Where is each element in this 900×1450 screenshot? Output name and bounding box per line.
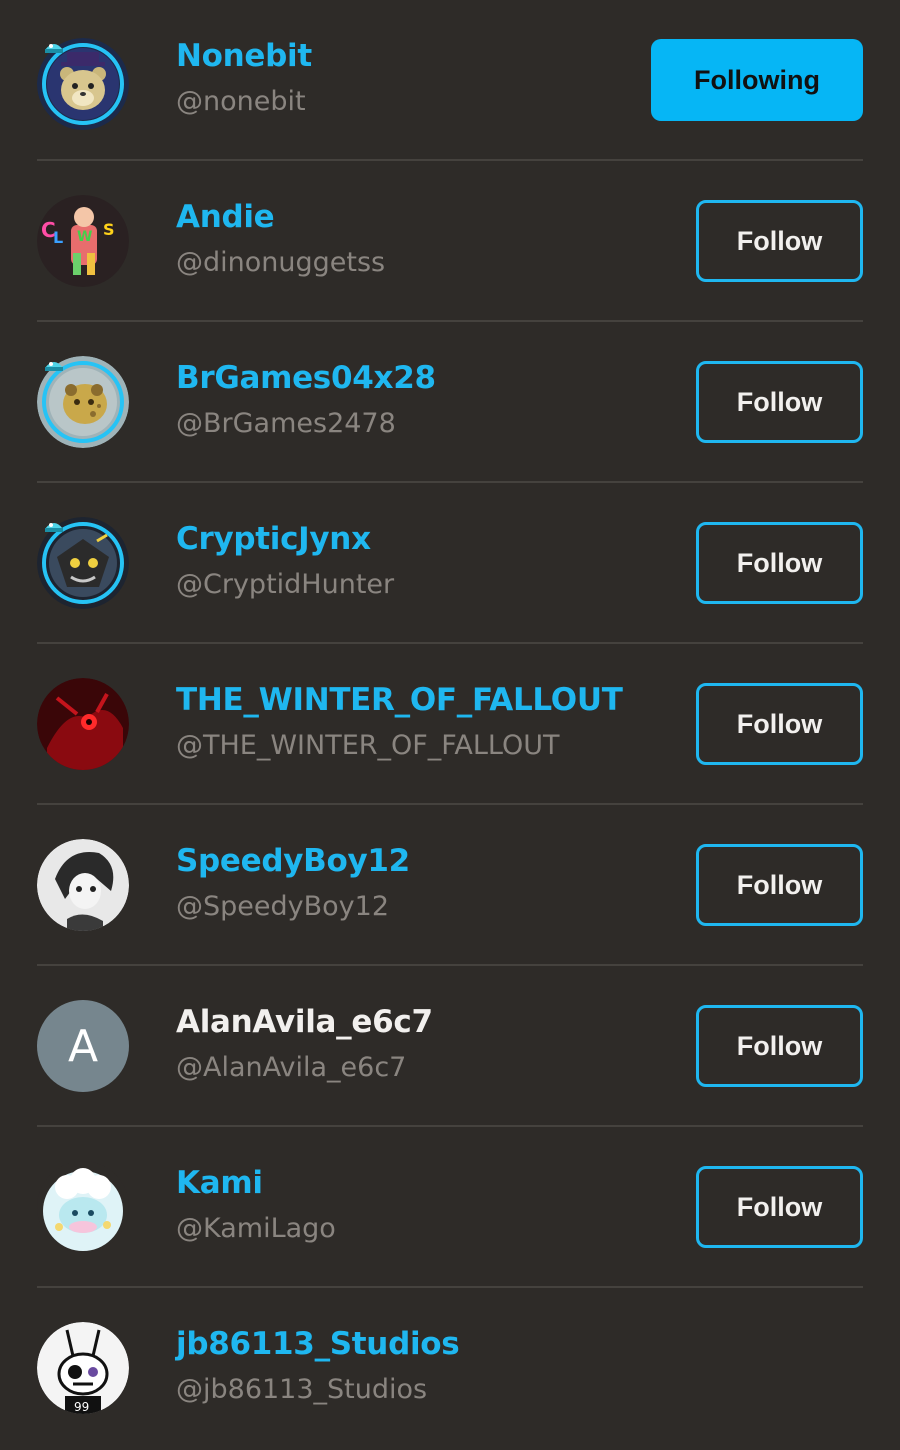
username-handle: @CryptidHunter	[176, 569, 395, 600]
avatar[interactable]	[37, 678, 129, 770]
display-name[interactable]: Kami	[176, 1163, 336, 1203]
svg-text:W: W	[77, 229, 92, 245]
follow-button[interactable]: Follow	[696, 522, 863, 604]
display-name[interactable]: AlanAvila_e6c7	[176, 1002, 433, 1042]
following-list: Nonebit @nonebit Following C L S W Andie…	[0, 0, 900, 1450]
cloud-creature-avatar	[37, 1161, 129, 1253]
avatar[interactable]	[37, 517, 129, 609]
avatar[interactable]	[37, 1161, 129, 1253]
follow-button[interactable]: Follow	[696, 361, 863, 443]
follow-button[interactable]: Follow	[696, 683, 863, 765]
avatar[interactable]	[37, 356, 129, 448]
avatar-number: 99	[74, 1400, 89, 1414]
follow-button[interactable]: Follow	[696, 1005, 863, 1087]
user-row-nonebit[interactable]: Nonebit @nonebit Following	[0, 0, 900, 161]
badge-icon	[45, 362, 63, 371]
user-row-the-winter-of-fallout[interactable]: THE_WINTER_OF_FALLOUT @THE_WINTER_OF_FAL…	[0, 644, 900, 805]
username-handle: @BrGames2478	[176, 408, 396, 439]
display-name[interactable]: THE_WINTER_OF_FALLOUT	[176, 680, 623, 720]
bunny-sketch-avatar: 99	[37, 1322, 129, 1414]
display-name[interactable]: Andie	[176, 197, 385, 237]
username-handle: @THE_WINTER_OF_FALLOUT	[176, 730, 560, 761]
username-handle: @KamiLago	[176, 1213, 336, 1244]
user-row-andie[interactable]: C L S W Andie @dinonuggetss Follow	[0, 161, 900, 322]
display-name[interactable]: jb86113_Studios	[176, 1324, 460, 1364]
display-name[interactable]: BrGames04x28	[176, 358, 436, 398]
username-handle: @AlanAvila_e6c7	[176, 1052, 407, 1083]
follow-button[interactable]: Follow	[696, 200, 863, 282]
username-handle: @SpeedyBoy12	[176, 891, 389, 922]
avatar[interactable]: 99	[37, 1322, 129, 1414]
display-name[interactable]: SpeedyBoy12	[176, 841, 410, 881]
follow-button[interactable]: Follow	[696, 844, 863, 926]
user-row-alanavila[interactable]: A AlanAvila_e6c7 @AlanAvila_e6c7 Follow	[0, 966, 900, 1127]
display-name[interactable]: Nonebit	[176, 36, 312, 76]
sketch-character-avatar	[37, 839, 129, 931]
avatar[interactable]: C L S W	[37, 195, 129, 287]
user-row-crypticjynx[interactable]: CrypticJynx @CryptidHunter Follow	[0, 483, 900, 644]
user-row-kami[interactable]: Kami @KamiLago Follow	[0, 1127, 900, 1288]
avatar[interactable]: A	[37, 1000, 129, 1092]
user-row-brgames[interactable]: BrGames04x28 @BrGames2478 Follow	[0, 322, 900, 483]
follow-button[interactable]: Follow	[696, 1166, 863, 1248]
red-creature-avatar	[37, 678, 129, 770]
avatar-letter: A	[67, 1020, 99, 1072]
clown-art-avatar: C L S W	[37, 195, 129, 287]
following-button[interactable]: Following	[651, 39, 863, 121]
svg-text:S: S	[103, 220, 115, 239]
letter-avatar: A	[37, 1000, 129, 1092]
avatar[interactable]	[37, 38, 129, 130]
username-handle: @dinonuggetss	[176, 247, 386, 278]
display-name[interactable]: CrypticJynx	[176, 519, 394, 559]
user-row-jb86113-studios[interactable]: 99 jb86113_Studios @jb86113_Studios	[0, 1288, 900, 1449]
badge-icon	[45, 44, 63, 53]
username-handle: @jb86113_Studios	[176, 1374, 428, 1405]
badge-icon	[45, 523, 63, 532]
svg-text:L: L	[53, 228, 63, 247]
username-handle: @nonebit	[176, 86, 306, 117]
user-row-speedyboy12[interactable]: SpeedyBoy12 @SpeedyBoy12 Follow	[0, 805, 900, 966]
avatar[interactable]	[37, 839, 129, 931]
